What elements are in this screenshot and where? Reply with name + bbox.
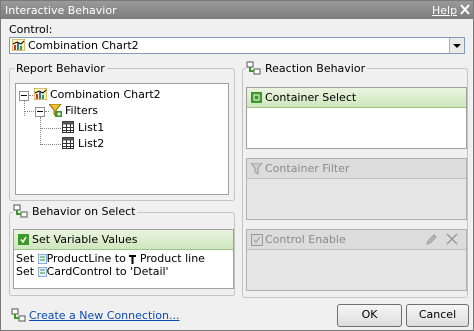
combination-chart-icon xyxy=(11,38,26,54)
chevron-down-icon[interactable] xyxy=(449,38,464,53)
collapse-icon[interactable] xyxy=(35,107,45,117)
control-enable-panel[interactable]: Control Enable xyxy=(246,229,467,291)
container-select-panel[interactable]: Container Select xyxy=(246,87,467,149)
behavior-icon xyxy=(13,204,29,219)
list-icon xyxy=(62,137,74,152)
cancel-button[interactable]: Cancel xyxy=(406,304,469,327)
to-keyword: to xyxy=(114,252,126,265)
tree-item-label: List2 xyxy=(78,137,105,150)
set-keyword: Set xyxy=(16,252,35,265)
variable-icon xyxy=(37,254,47,264)
new-connection-icon xyxy=(11,308,27,325)
variable-icon xyxy=(37,267,47,277)
variable-name: CardControl xyxy=(46,265,113,278)
edit-icon[interactable] xyxy=(425,233,438,249)
report-behavior-tree[interactable]: Combination Chart2 Filters List1 List2 xyxy=(15,83,229,195)
variable-value: 'Detail' xyxy=(130,265,169,278)
variable-assignment-line: Set CardControl to 'Detail' xyxy=(16,265,169,278)
create-new-connection-link[interactable]: Create a New Connection... xyxy=(29,309,180,322)
set-variable-values-label: Set Variable Values xyxy=(32,233,138,246)
control-select[interactable]: Combination Chart2 xyxy=(9,37,465,54)
ok-button[interactable]: OK xyxy=(337,304,402,327)
tree-item-label: Filters xyxy=(65,104,98,117)
reaction-behavior-legend: Reaction Behavior xyxy=(263,62,368,75)
container-select-label: Container Select xyxy=(265,91,357,104)
container-select-icon xyxy=(251,92,262,106)
behavior-on-select-legend: Behavior on Select xyxy=(30,205,138,218)
control-label: Control: xyxy=(9,23,53,36)
control-enable-label: Control Enable xyxy=(265,233,346,246)
container-select-header[interactable]: Container Select xyxy=(247,88,466,108)
filter-icon xyxy=(47,103,63,120)
dialog-title: Interactive Behavior xyxy=(5,4,117,17)
collapse-icon[interactable] xyxy=(19,91,29,101)
control-select-value: Combination Chart2 xyxy=(28,39,139,52)
container-filter-label: Container Filter xyxy=(265,162,350,175)
title-bar: Interactive Behavior Help xyxy=(1,1,473,19)
container-filter-panel[interactable]: Container Filter xyxy=(246,158,467,220)
control-enable-header[interactable]: Control Enable xyxy=(247,230,466,250)
close-icon[interactable] xyxy=(460,4,470,15)
reaction-icon xyxy=(246,61,262,76)
data-item-icon xyxy=(129,254,137,264)
combination-chart-icon xyxy=(33,87,48,103)
set-keyword: Set xyxy=(16,265,35,278)
help-link[interactable]: Help xyxy=(432,4,457,17)
to-keyword: to xyxy=(115,265,127,278)
behavior-on-select-panel[interactable]: Set Variable Values Set ProductLine to P… xyxy=(13,229,234,289)
delete-icon[interactable] xyxy=(446,233,458,248)
variable-assignment-line: Set ProductLine to Product line xyxy=(16,252,205,265)
tree-item-label: List1 xyxy=(78,121,105,134)
container-filter-header[interactable]: Container Filter xyxy=(247,159,466,179)
set-variable-values-header[interactable]: Set Variable Values xyxy=(14,230,233,250)
container-filter-icon xyxy=(249,162,264,178)
interactive-behavior-dialog: Interactive Behavior Help Control: Combi… xyxy=(0,0,474,331)
variable-name: ProductLine xyxy=(46,252,112,265)
variable-value: Product line xyxy=(139,252,205,265)
report-behavior-legend: Report Behavior xyxy=(14,62,107,75)
list-icon xyxy=(62,121,74,136)
control-enable-icon xyxy=(251,234,263,249)
tree-item-label: Combination Chart2 xyxy=(50,88,161,101)
set-variable-icon xyxy=(18,234,29,248)
